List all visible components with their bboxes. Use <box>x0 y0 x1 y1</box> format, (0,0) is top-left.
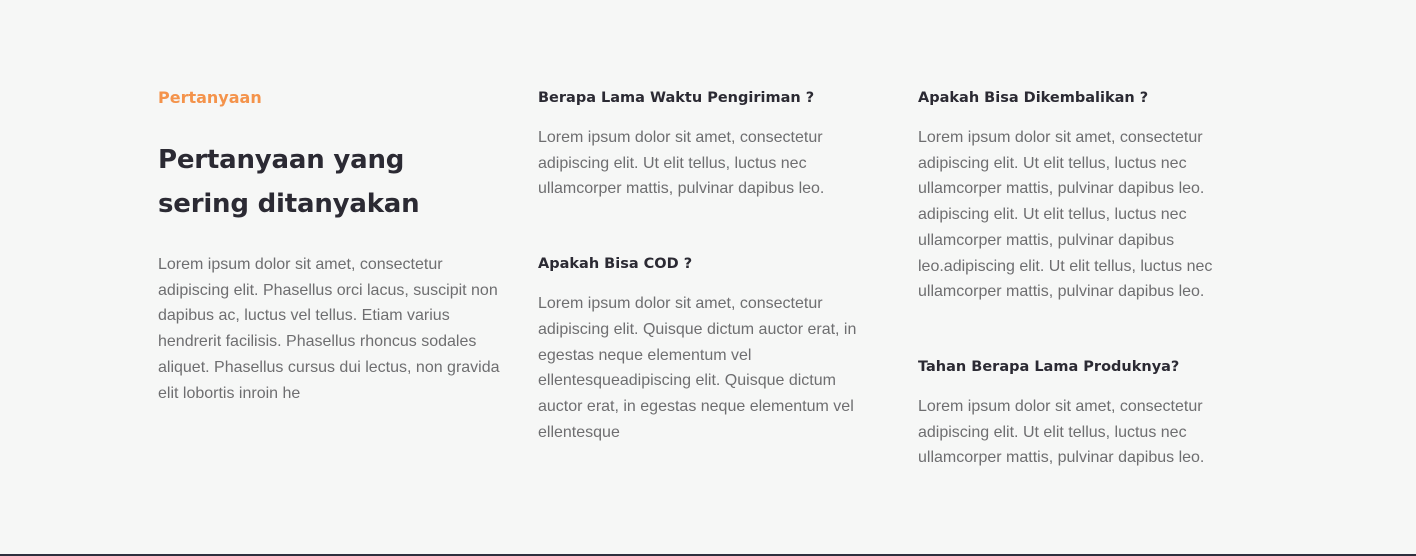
faq-item: Apakah Bisa COD ? Lorem ipsum dolor sit … <box>538 254 868 445</box>
section-eyebrow: Pertanyaan <box>158 88 262 107</box>
faq-item: Berapa Lama Waktu Pengiriman ? Lorem ips… <box>538 88 868 202</box>
faq-question: Tahan Berapa Lama Produknya? <box>918 358 1180 375</box>
faq-question: Berapa Lama Waktu Pengiriman ? <box>538 90 815 106</box>
section-description: Lorem ipsum dolor sit amet, consectetur … <box>158 256 500 402</box>
faq-question: Apakah Bisa COD ? <box>538 256 693 273</box>
faq-question: Apakah Bisa Dikembalikan ? <box>918 90 1149 106</box>
faq-item: Tahan Berapa Lama Produknya? Lorem ipsum… <box>918 357 1223 471</box>
section-heading: Pertanyaan yang sering ditanyakan <box>158 145 420 219</box>
faq-column-1: Berapa Lama Waktu Pengiriman ? Lorem ips… <box>538 88 868 445</box>
faq-item: Apakah Bisa Dikembalikan ? Lorem ipsum d… <box>918 88 1223 305</box>
faq-answer: Lorem ipsum dolor sit amet, consectetur … <box>918 129 1213 301</box>
faq-column-2: Apakah Bisa Dikembalikan ? Lorem ipsum d… <box>918 88 1223 471</box>
faq-answer: Lorem ipsum dolor sit amet, consectetur … <box>918 397 1205 467</box>
faq-answer: Lorem ipsum dolor sit amet, consectetur … <box>538 295 857 441</box>
faq-intro: Pertanyaan Pertanyaan yang sering ditany… <box>158 88 503 406</box>
faq-answer: Lorem ipsum dolor sit amet, consectetur … <box>538 129 825 198</box>
faq-section: Pertanyaan Pertanyaan yang sering ditany… <box>0 0 1416 554</box>
